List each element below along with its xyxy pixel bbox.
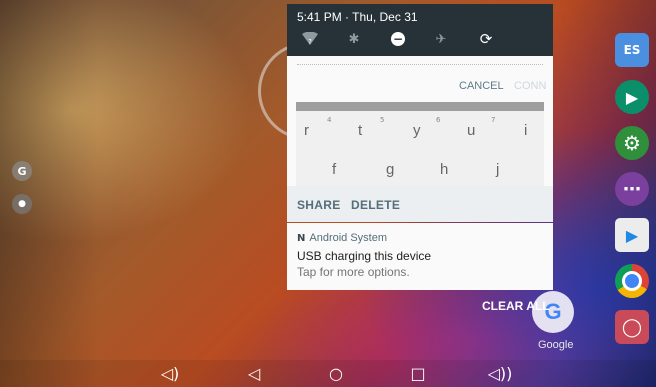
svg-text:?: ? [308,38,312,46]
card-divider [297,64,543,65]
chrome-icon[interactable] [615,264,649,298]
key: f [332,161,337,178]
apps-drawer-icon[interactable]: ⋯ [615,172,649,206]
es-file-explorer-label: ES [623,43,641,57]
google-search-glyph: G [17,164,27,178]
notification-actions-row: SHARE DELETE [287,186,553,222]
play-store-icon[interactable]: ▶ [615,80,649,114]
back-button[interactable]: ◁ [244,363,264,383]
dnd-glyph: − [391,32,405,46]
status-datetime: 5:41 PM · Thu, Dec 31 [297,10,418,24]
keyboard-preview: 4 r 5 t 6 y 7 u i f g h j [296,102,544,187]
key-hint: 7 [491,116,496,124]
key-hint: 6 [436,116,441,124]
settings-glyph: ⚙ [623,131,641,155]
key: r [304,122,309,139]
android-system-icon: N [297,232,306,244]
key: h [440,161,449,178]
key: g [386,161,395,178]
key-hint: 5 [380,116,385,124]
play-store-bag-icon[interactable]: ▶ [615,218,649,252]
wifi-unknown-icon[interactable]: ? [301,30,319,48]
play-store-bag-glyph: ▶ [625,225,639,245]
voice-search-icon[interactable]: ● [12,194,32,214]
key: u [467,122,476,139]
cancel-button[interactable]: CANCEL [459,80,504,92]
google-app-label: Google [538,339,574,351]
status-date: Thu, Dec 31 [352,10,418,24]
key: j [496,161,500,178]
airplane-mode-icon[interactable]: ✈ [432,30,450,48]
key: i [524,122,528,139]
voice-search-glyph: ● [18,199,26,209]
key: y [413,122,421,139]
key: t [358,122,363,139]
delete-button[interactable]: DELETE [351,198,400,212]
play-store-glyph: ▶ [625,87,639,107]
usb-notification-title: USB charging this device [297,249,432,263]
do-not-disturb-icon[interactable]: − [389,30,407,48]
clear-all-button[interactable]: CLEAR ALL [482,299,550,313]
status-separator: · [345,10,350,24]
notification-shade-header: 5:41 PM · Thu, Dec 31 ? ✱ − ✈ ⟳ [287,4,553,56]
usb-notification-header: N Android System [297,232,387,244]
volume-down-button[interactable]: ◁) [160,363,180,383]
usb-notification-body: Tap for more options. [297,265,410,279]
settings-icon[interactable]: ⚙ [615,126,649,160]
es-file-explorer-icon[interactable]: ES [615,33,649,67]
connect-button[interactable]: CONN [514,80,546,92]
chrome-center [622,271,642,291]
auto-rotate-icon[interactable]: ⟳ [477,30,495,48]
bluetooth-off-icon[interactable]: ✱ [345,30,363,48]
google-search-icon[interactable]: G [12,161,32,181]
navigation-bar: ◁) ◁ ○ □ ◁)) [0,360,656,387]
camera-icon[interactable]: ◯ [615,310,649,344]
status-time: 5:41 PM [297,10,342,24]
usb-notification-card[interactable]: N Android System USB charging this devic… [287,223,553,290]
volume-up-button[interactable]: ◁)) [488,363,513,383]
home-button[interactable]: ○ [326,363,346,383]
recents-button[interactable]: □ [408,363,428,383]
apps-drawer-glyph: ⋯ [623,178,641,200]
camera-glyph: ◯ [621,316,643,338]
share-button[interactable]: SHARE [297,198,341,212]
key-hint: 4 [327,116,332,124]
usb-app-name: Android System [309,232,388,244]
